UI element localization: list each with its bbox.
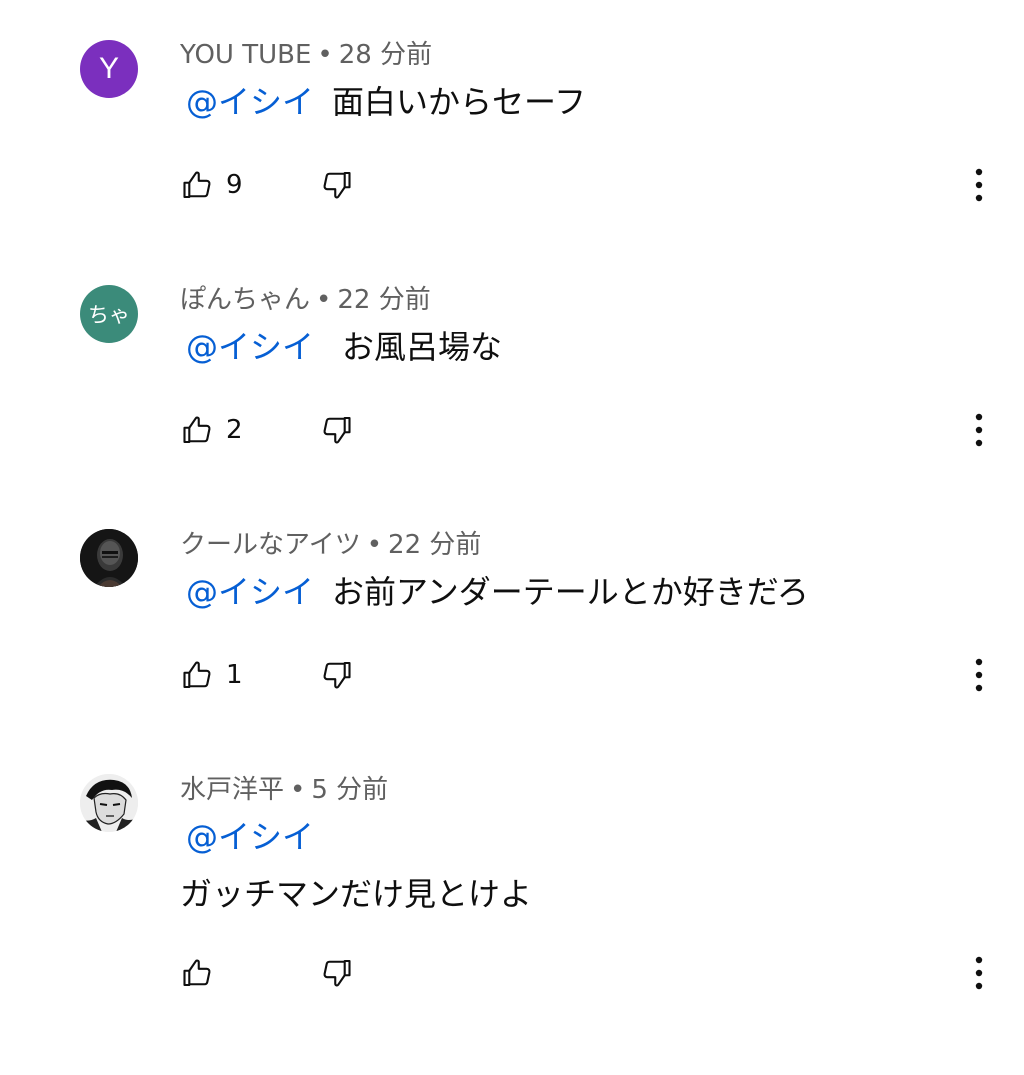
comment-time[interactable]: 28 分前 (339, 40, 432, 70)
comment-text: ガッチマンだけ見とけよ (180, 874, 532, 914)
comment-actions: 9 (180, 165, 1000, 205)
mention-link[interactable]: @イシイ (186, 573, 314, 611)
avatar-initial: ちゃ (88, 303, 130, 327)
like-button[interactable]: 1 (180, 655, 243, 695)
thumb-down-icon (323, 959, 351, 987)
more-vert-icon (975, 168, 983, 202)
mention-link[interactable]: @イシイ (186, 83, 314, 121)
comment-body: ガッチマンだけ見とけよ (180, 875, 533, 913)
comment-mention-line: @イシイ (186, 817, 332, 857)
comment-actions: 1 (180, 655, 1000, 695)
comment-text: @イシイ お前アンダーテールとか好きだろ (186, 572, 809, 612)
thumb-up-icon (183, 171, 211, 199)
like-button[interactable]: 9 (180, 165, 243, 205)
comment-meta: ぽんちゃん • 22 分前 (180, 284, 431, 316)
more-actions-button[interactable] (964, 165, 994, 205)
comment-body: お前アンダーテールとか好きだろ (332, 573, 809, 611)
more-actions-button[interactable] (964, 655, 994, 695)
thumb-down-icon (323, 661, 351, 689)
avatar[interactable] (80, 529, 138, 587)
comment-meta: 水戸洋平 • 5 分前 (180, 774, 388, 806)
more-actions-button[interactable] (964, 410, 994, 450)
comment-author[interactable]: ぽんちゃん (180, 285, 310, 315)
separator-dot: • (317, 40, 333, 70)
comment-meta: YOU TUBE • 28 分前 (180, 39, 432, 71)
more-vert-icon (975, 956, 983, 990)
comment-actions (180, 953, 1000, 993)
dislike-button[interactable] (318, 953, 354, 993)
separator-dot: • (316, 285, 332, 315)
separator-dot: • (366, 530, 383, 560)
like-count: 9 (226, 170, 243, 200)
comment-actions: 2 (180, 410, 1000, 450)
comment-text: @イシイ 面白いからセーフ (186, 82, 586, 122)
dislike-button[interactable] (318, 165, 354, 205)
dislike-button[interactable] (318, 410, 354, 450)
comment-author[interactable]: クールなアイツ (180, 530, 361, 560)
comment-time[interactable]: 22 分前 (337, 285, 430, 315)
like-button[interactable]: 2 (180, 410, 243, 450)
dislike-button[interactable] (318, 655, 354, 695)
mention-link[interactable]: @イシイ (186, 328, 314, 366)
thumb-up-icon (183, 661, 211, 689)
like-button[interactable] (180, 953, 226, 993)
mention-link[interactable]: @イシイ (186, 818, 314, 856)
thumb-down-icon (323, 416, 351, 444)
comment-time[interactable]: 5 分前 (311, 775, 388, 805)
comment-body: お風呂場な (342, 328, 503, 366)
avatar[interactable]: ちゃ (80, 285, 138, 343)
thumb-up-icon (183, 959, 211, 987)
thumb-down-icon (323, 171, 351, 199)
comment-author[interactable]: YOU TUBE (180, 40, 311, 70)
thumb-up-icon (183, 416, 211, 444)
comment-text: @イシイ お風呂場な (186, 327, 502, 367)
separator-dot: • (290, 775, 306, 805)
avatar-initial: Y (98, 52, 119, 85)
avatar[interactable]: Y (80, 40, 138, 98)
manga-portrait-icon (80, 774, 138, 832)
comment-body: 面白いからセーフ (332, 83, 587, 121)
comment-author[interactable]: 水戸洋平 (180, 775, 284, 805)
avatar[interactable] (80, 774, 138, 832)
like-count: 1 (226, 660, 243, 690)
more-actions-button[interactable] (964, 953, 994, 993)
more-vert-icon (975, 413, 983, 447)
comment-meta: クールなアイツ • 22 分前 (180, 529, 481, 561)
comment-time[interactable]: 22 分前 (388, 530, 481, 560)
more-vert-icon (975, 658, 983, 692)
like-count: 2 (226, 415, 243, 445)
knight-helmet-icon (80, 529, 138, 587)
